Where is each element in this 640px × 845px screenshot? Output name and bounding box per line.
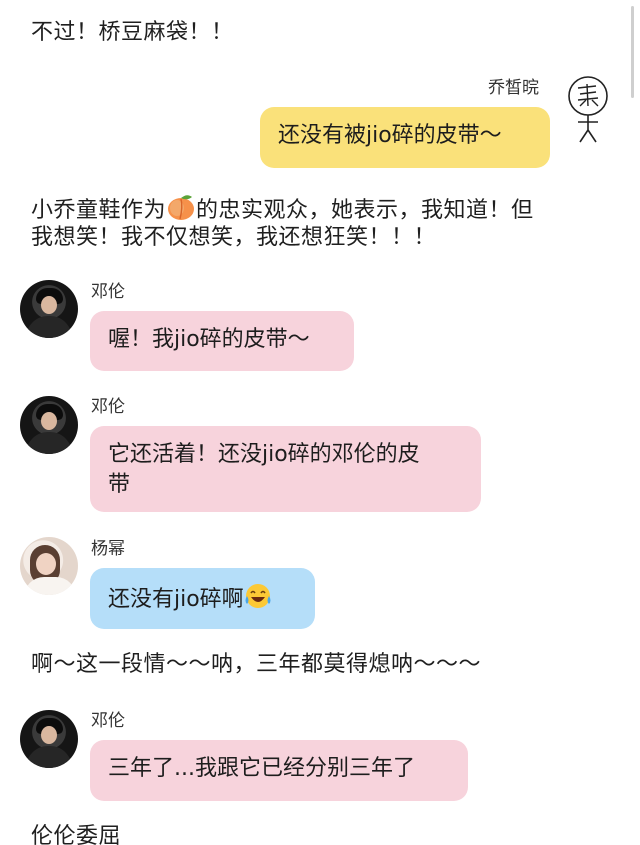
narration-text: 不过！桥豆麻袋！！ [31, 20, 234, 45]
message-bubble: 它还活着！还没jio碎的邓伦的皮 带 [90, 426, 481, 512]
sender-name: 邓伦 [91, 282, 125, 302]
avatar[interactable] [20, 280, 78, 338]
message-text-line: 它还活着！还没jio碎的邓伦的皮 [108, 442, 420, 467]
sender-name: 邓伦 [91, 397, 125, 417]
message-text: 三年了...我跟它已经分别三年了 [108, 756, 415, 781]
narration-paragraph: 小乔童鞋作为 的忠实观众，她表示，我知道！但 [31, 193, 534, 226]
stick-figure-doodle-icon [568, 76, 608, 143]
narration-text: 伦伦委屈 [31, 824, 122, 845]
sender-name: 乔皙晥 [488, 78, 539, 98]
message-text: 喔！我jio碎的皮带～ [108, 327, 310, 352]
message-text: 还没有jio碎啊 [108, 587, 244, 612]
narration-text: 小乔童鞋作为 [31, 198, 167, 223]
avatar[interactable] [20, 710, 78, 768]
message-bubble: 喔！我jio碎的皮带～ [90, 311, 354, 371]
narration-text: 啊～这一段情～～呐，三年都莫得熄呐～～～ [31, 652, 482, 677]
message-bubble: 还没有被jio碎的皮带～ [260, 107, 550, 168]
narration-text: 我想笑！我不仅想笑，我还想狂笑！！！ [31, 225, 437, 250]
message-text: 还没有被jio碎的皮带～ [278, 123, 502, 148]
scrollbar[interactable] [631, 6, 634, 98]
message-text-line: 带 [108, 472, 131, 497]
message-bubble: 三年了...我跟它已经分别三年了 [90, 740, 468, 801]
sender-name: 邓伦 [91, 711, 125, 731]
chat-screenshot: 不过！桥豆麻袋！！ 乔皙晥 还没有被jio碎的皮带～ 小乔童鞋作为 的忠实观众，… [0, 0, 640, 845]
avatar[interactable] [20, 396, 78, 454]
sender-name: 杨幂 [91, 539, 125, 559]
avatar[interactable] [20, 537, 78, 595]
tears-of-joy-emoji-icon [245, 584, 271, 608]
message-bubble: 还没有jio碎啊 [90, 568, 315, 629]
peach-emoji-icon [168, 195, 195, 220]
narration-text: 的忠实观众，她表示，我知道！但 [196, 198, 534, 223]
